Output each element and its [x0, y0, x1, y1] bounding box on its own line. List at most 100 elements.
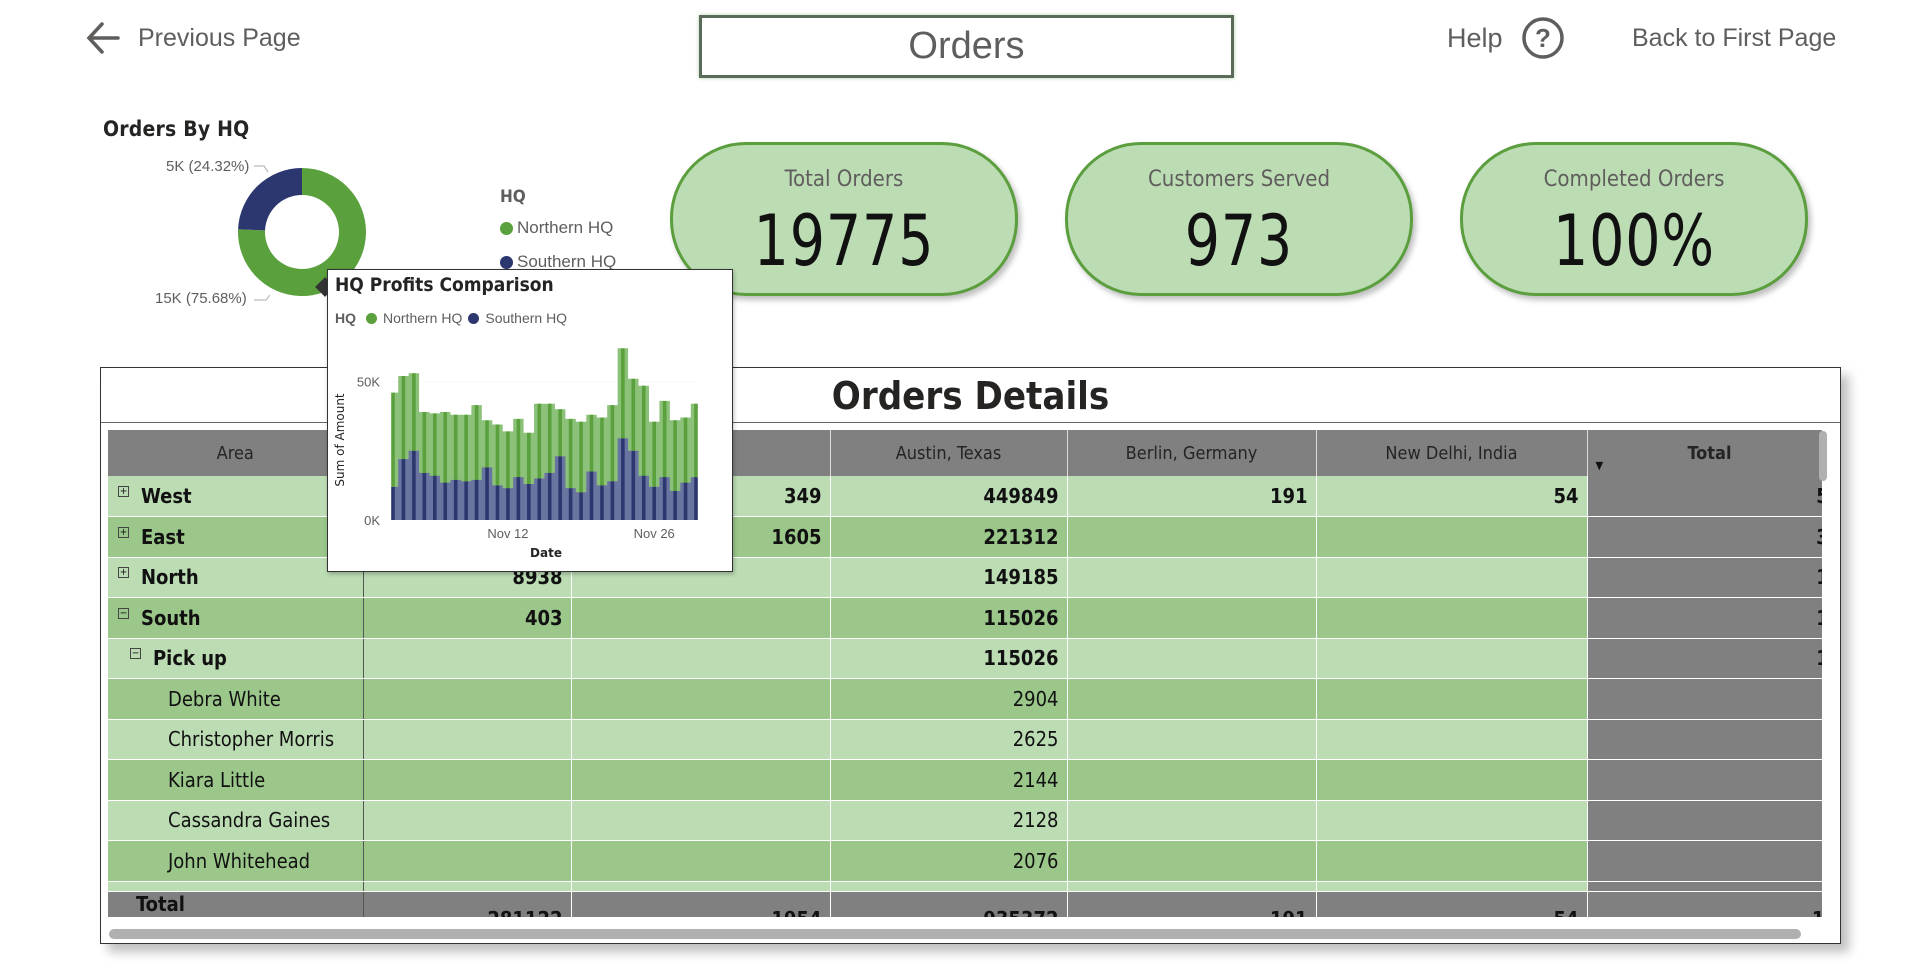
row-header-cell: Christopher Morris: [108, 719, 364, 760]
bar-northern-hq: [453, 414, 458, 480]
bar-southern-hq: [547, 472, 552, 520]
donut-chart-title: Orders By HQ: [103, 117, 250, 141]
bar-northern-hq: [683, 417, 688, 483]
bar-northern-hq: [547, 403, 552, 473]
bar-southern-hq: [600, 485, 604, 520]
expand-icon[interactable]: +: [118, 567, 129, 579]
table-row: Cassandra Gaines 2128 2128: [108, 800, 1822, 841]
y-axis-title: Sum of Amount: [333, 393, 347, 487]
row-label: Debra White: [168, 686, 281, 711]
value-cell: [1067, 759, 1317, 801]
value-cell: [571, 719, 831, 760]
bar-northern-hq: [568, 418, 573, 489]
x-tick-label: Nov 26: [634, 526, 675, 541]
bar-northern-hq: [527, 432, 531, 484]
value-cell: [363, 840, 572, 882]
bar-northern-hq: [485, 420, 489, 468]
bar-southern-hq: [631, 450, 636, 520]
value-cell: 403: [363, 597, 572, 639]
grand-total-cell: 191: [1067, 891, 1317, 917]
horizontal-scrollbar[interactable]: [109, 929, 1801, 939]
row-label: Kiara Little: [168, 767, 266, 792]
row-total-cell: 2625: [1587, 719, 1822, 760]
vertical-scrollbar[interactable]: [1819, 431, 1827, 481]
bar-northern-hq: [631, 378, 636, 451]
grand-total-cell: 281122: [363, 891, 572, 917]
row-total-cell: 2076: [1587, 840, 1822, 882]
legend-dot-southern-icon: [468, 312, 480, 324]
value-cell: [363, 719, 572, 760]
column-header-new-delhi[interactable]: New Delhi, India: [1316, 430, 1588, 476]
value-cell: [1067, 800, 1317, 841]
value-cell: 2128: [830, 800, 1068, 841]
value-cell: [1316, 516, 1588, 558]
bar-southern-hq: [694, 477, 698, 520]
hq-profits-area-chart: 50K 0K Nov 12 Nov 26 Date Sum of Amount: [333, 348, 698, 560]
legend-item-northern[interactable]: Northern HQ: [500, 218, 613, 238]
column-header-total[interactable]: Total ▼: [1587, 430, 1822, 476]
bar-northern-hq: [495, 424, 500, 486]
bar-northern-hq: [621, 348, 625, 439]
sort-descending-icon: ▼: [1595, 459, 1604, 472]
bar-southern-hq: [474, 479, 479, 520]
expand-icon[interactable]: +: [118, 486, 129, 497]
row-header-cell: + West: [108, 476, 364, 517]
tooltip-legend-northern: Northern HQ: [383, 310, 463, 326]
value-cell: 115026: [830, 597, 1068, 639]
bar-southern-hq: [558, 456, 562, 520]
bar-northern-hq: [694, 403, 698, 478]
row-header-cell: Cassandra Gaines: [108, 800, 364, 841]
row-header-cell: + North: [108, 557, 364, 598]
row-header-cell: − South: [108, 597, 364, 639]
bar-southern-hq: [453, 479, 458, 520]
bar-northern-hq: [537, 403, 542, 479]
bar-southern-hq: [641, 475, 646, 520]
column-header-austin[interactable]: Austin, Texas: [830, 430, 1068, 476]
row-header-cell: − Pick up: [108, 638, 364, 679]
bar-southern-hq: [391, 486, 395, 520]
value-cell: 2904: [830, 678, 1068, 720]
expand-icon[interactable]: +: [118, 526, 129, 538]
column-header-berlin[interactable]: Berlin, Germany: [1067, 430, 1317, 476]
page-title: Orders: [699, 15, 1234, 78]
bar-northern-hq: [464, 414, 468, 482]
bar-northern-hq: [652, 421, 657, 487]
help-button[interactable]: Help ?: [1447, 16, 1565, 60]
value-cell: [1067, 678, 1317, 720]
grand-total-cell: 54: [1316, 891, 1588, 917]
help-label: Help: [1447, 22, 1503, 53]
tooltip-legend-title: HQ: [335, 310, 356, 326]
bar-northern-hq: [673, 420, 677, 491]
bar-northern-hq: [662, 400, 667, 478]
grand-total-row: Total2811221954935372191541218693: [108, 891, 1822, 917]
bar-northern-hq: [432, 413, 437, 476]
value-cell: [363, 800, 572, 841]
donut-leader-lines: [254, 165, 271, 301]
table-row-partial: [108, 881, 1822, 892]
bar-southern-hq: [527, 484, 531, 520]
kpi-value: 100%: [1553, 200, 1715, 282]
value-cell: [1316, 638, 1588, 679]
value-cell: [571, 840, 831, 882]
row-total-cell: 2904: [1587, 678, 1822, 720]
previous-page-button[interactable]: Previous Page: [84, 18, 301, 58]
collapse-icon[interactable]: −: [130, 648, 141, 660]
value-cell: 2144: [830, 759, 1068, 801]
collapse-icon[interactable]: −: [118, 607, 129, 619]
bar-southern-hq: [464, 481, 468, 520]
row-label: Cassandra Gaines: [168, 808, 331, 833]
y-tick-label: 0K: [364, 513, 380, 528]
row-label: Christopher Morris: [168, 727, 335, 752]
bar-southern-hq: [506, 488, 510, 520]
bar-southern-hq: [610, 481, 615, 520]
row-label: John Whitehead: [168, 848, 311, 873]
value-cell: [1316, 881, 1588, 892]
value-cell: [363, 678, 572, 720]
kpi-label: Total Orders: [784, 167, 904, 192]
row-total-cell: 364800: [1587, 516, 1822, 558]
back-to-first-page-button[interactable]: Back to First Page: [1632, 24, 1836, 53]
column-header-area[interactable]: Area: [108, 430, 364, 476]
bar-northern-hq: [401, 376, 406, 460]
row-total-cell: 158123: [1587, 557, 1822, 598]
legend-dot-southern-icon: [500, 255, 513, 269]
